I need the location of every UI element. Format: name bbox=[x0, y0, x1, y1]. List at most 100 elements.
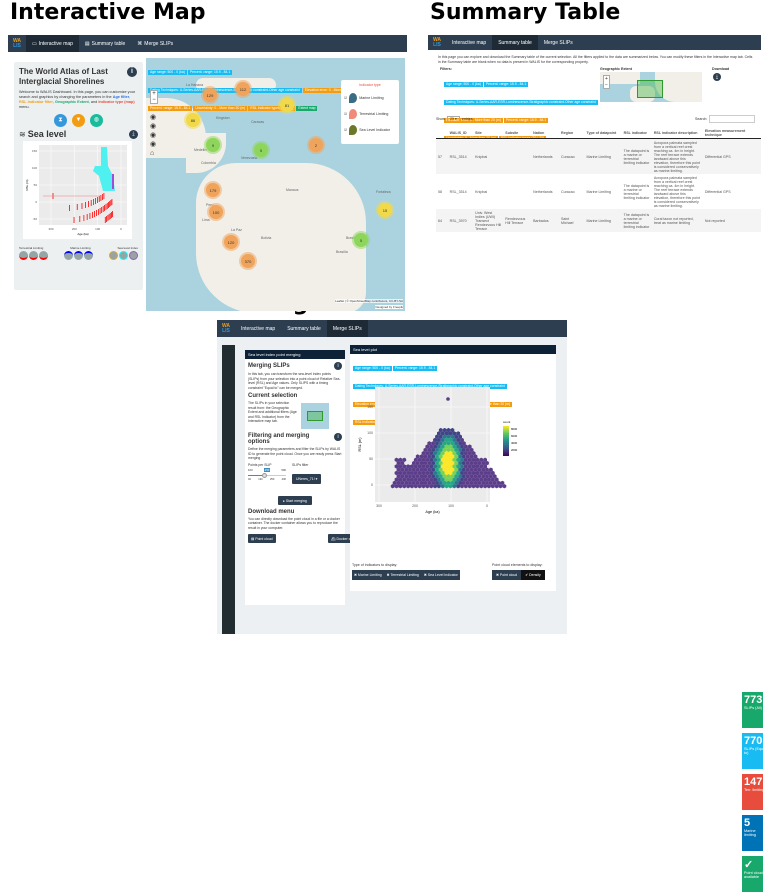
age-filter-button[interactable]: ⧗ bbox=[54, 114, 67, 127]
tab-summary-table[interactable]: Summary table bbox=[281, 320, 327, 337]
table-row[interactable]: 58 RSL_3514 Knipbai Netherlands Curacao Marin… bbox=[436, 174, 761, 209]
zoom-out-button[interactable]: − bbox=[151, 97, 157, 103]
toggle-point-cloud[interactable]: ✖ Point cloud bbox=[492, 570, 521, 580]
column-header[interactable]: WALIS_ID bbox=[447, 127, 474, 139]
table-cell: Rendezvous Hill Terrace bbox=[503, 209, 532, 232]
walis-logo[interactable]: WA LIS bbox=[217, 323, 235, 334]
point-cloud-download-button[interactable]: ▤ Point cloud bbox=[248, 534, 276, 543]
marker-cluster[interactable]: 370 bbox=[241, 254, 255, 268]
value-box-number: 5 bbox=[744, 817, 751, 829]
toggle-terrestrial-limiting[interactable]: ✖ Terrestrial Limiting bbox=[387, 573, 419, 577]
walis-logo[interactable]: WA LIS bbox=[428, 37, 446, 48]
x-tick-label: 0 bbox=[486, 504, 488, 508]
indicator-type-link: Indicator type (map) bbox=[98, 100, 135, 104]
legend-item-sli[interactable]: ☑ Sea Level Indicator bbox=[344, 125, 396, 135]
marker-cluster[interactable]: 100 bbox=[209, 205, 223, 219]
table-cell: Acropora palmata sampled from a vertical… bbox=[651, 138, 703, 174]
slips-filter-select[interactable]: UNeres_71! ▾ bbox=[292, 473, 322, 484]
toggle-marine-limiting[interactable]: ✖ Marine Limiting bbox=[354, 573, 382, 577]
map-place-label: Venezuela bbox=[241, 156, 258, 160]
rsl-filter-button[interactable]: ▼ bbox=[72, 114, 85, 127]
slips-filter-label: SLIPs filter bbox=[292, 462, 309, 467]
tab-summary-table[interactable]: ▤ Summary table bbox=[79, 35, 131, 52]
toggle-density[interactable]: ✔ Density bbox=[521, 570, 545, 580]
leaflet-map[interactable]: Age range: 500 - 0 (ka) Percent. range: 1… bbox=[146, 58, 405, 311]
menu-text: menu. bbox=[19, 105, 30, 109]
marker-cluster[interactable]: 129 bbox=[203, 88, 217, 102]
points-slider[interactable] bbox=[248, 472, 286, 478]
marker-cluster[interactable]: 9 bbox=[206, 138, 220, 152]
column-header[interactable]: Nation bbox=[531, 127, 559, 139]
column-header[interactable]: RSL indicator bbox=[621, 127, 652, 139]
map-place-label: Brasília bbox=[336, 250, 348, 254]
filters-label: Filters: bbox=[440, 67, 452, 71]
tab-merge-slips[interactable]: Merge SLIPs bbox=[538, 35, 579, 50]
globe-icon[interactable]: ◉ bbox=[150, 140, 156, 149]
globe-icon[interactable]: ◉ bbox=[150, 113, 156, 122]
sli-symbol-icon bbox=[109, 251, 118, 260]
checkbox-icon[interactable]: ☑ bbox=[344, 112, 347, 116]
search-input[interactable] bbox=[709, 115, 756, 123]
geo-extent-button[interactable]: ◍ bbox=[90, 114, 103, 127]
zoom-control: + − bbox=[150, 90, 158, 104]
download-icon[interactable]: ⤓ bbox=[713, 73, 721, 81]
filter-tag: Percent. range: 15.9 - 84.1 bbox=[187, 69, 233, 75]
download-heading: Download menu bbox=[248, 508, 295, 515]
value-box-label: Point cloud available bbox=[744, 871, 763, 879]
column-header[interactable]: Type of datapoint bbox=[584, 127, 622, 139]
legend-item-terrestrial[interactable]: ☑ Terrestrial Limiting bbox=[344, 109, 396, 119]
tab-interactive-map[interactable]: Interactive map bbox=[235, 320, 281, 337]
walis-logo[interactable]: WA LIS bbox=[8, 38, 26, 49]
download-icon[interactable]: ⤓ bbox=[129, 129, 138, 139]
home-icon[interactable]: ⌂ bbox=[150, 149, 156, 158]
info-icon[interactable]: i bbox=[334, 433, 342, 441]
entries-select[interactable]: 25 ▾ bbox=[447, 116, 460, 122]
table-cell: The datapoint is a marine or terrestrial… bbox=[621, 138, 652, 174]
y-tick-label: 100 bbox=[367, 431, 373, 435]
tab-merge-slips[interactable]: Merge SLIPs bbox=[326, 320, 368, 337]
zoom-out-button[interactable]: − bbox=[604, 82, 609, 88]
column-header[interactable]: Subsite bbox=[503, 127, 532, 139]
table-cell: Knipbai bbox=[475, 189, 488, 194]
y-tick-label: 0 bbox=[371, 483, 373, 487]
map-attribution[interactable]: Leaflet | © OpenStreetMap contributors, … bbox=[335, 299, 403, 303]
cloud-label: Point cloud elements to display: bbox=[492, 563, 543, 567]
column-header[interactable]: Region bbox=[558, 127, 585, 139]
column-header[interactable] bbox=[436, 127, 448, 139]
marker-cluster[interactable]: 5 bbox=[254, 143, 268, 157]
globe-icon[interactable]: ◉ bbox=[150, 131, 156, 140]
tab-interactive-map[interactable]: Interactive map bbox=[446, 35, 492, 50]
marker-cluster[interactable]: 81 bbox=[280, 98, 294, 112]
info-icon[interactable]: i bbox=[334, 362, 342, 370]
column-header[interactable]: RSL indicator description bbox=[651, 127, 703, 139]
legend-item-marine[interactable]: ☑ Marine Limiting bbox=[344, 93, 396, 103]
value-box-label: Marine limiting bbox=[744, 829, 756, 837]
marker-cluster[interactable]: 120 bbox=[224, 235, 238, 249]
toggle-sea-level-indicator[interactable]: ✖ Sea Level Indicator bbox=[424, 573, 458, 577]
checkbox-icon[interactable]: ☑ bbox=[344, 128, 347, 132]
column-header[interactable]: Site bbox=[473, 127, 504, 139]
slider-handle[interactable] bbox=[261, 472, 267, 478]
marker-cluster[interactable]: 2 bbox=[309, 138, 323, 152]
tab-merge-slips[interactable]: ⌘ Merge SLIPs bbox=[131, 35, 179, 52]
marker-cluster[interactable]: 179 bbox=[206, 183, 220, 197]
table-row[interactable]: 64 RSL_3970 Univ. West Indies (UWI) Transe… bbox=[436, 209, 761, 232]
marker-cluster[interactable]: 112 bbox=[236, 82, 250, 96]
column-header[interactable]: Elevation measurement technique bbox=[702, 127, 761, 139]
terrestrial-symbol-icon bbox=[19, 251, 28, 260]
marker-cluster[interactable]: 86 bbox=[186, 113, 200, 127]
checkbox-icon[interactable]: ☑ bbox=[344, 96, 347, 100]
marker-cluster[interactable]: 5 bbox=[354, 233, 368, 247]
table-cell: Marine Limiting bbox=[584, 209, 622, 232]
map-place-label: Colombia bbox=[201, 161, 216, 165]
globe-icon[interactable]: ◉ bbox=[150, 122, 156, 131]
legend-symbols bbox=[19, 251, 138, 260]
filter-tag: Age range: 500 - 0 (ka) bbox=[353, 365, 392, 371]
tab-interactive-map[interactable]: ▭ Interactive map bbox=[26, 35, 79, 52]
start-merging-button[interactable]: ▸ Start merging bbox=[278, 496, 312, 505]
table-row[interactable]: 57 RSL_3514 Knipbai Netherlands Curacao Marin… bbox=[436, 138, 761, 174]
extent-map[interactable]: + − bbox=[600, 72, 702, 102]
tab-summary-table[interactable]: Summary table bbox=[492, 35, 538, 50]
marker-cluster[interactable]: 15 bbox=[378, 203, 392, 217]
info-icon[interactable]: i bbox=[127, 67, 137, 77]
